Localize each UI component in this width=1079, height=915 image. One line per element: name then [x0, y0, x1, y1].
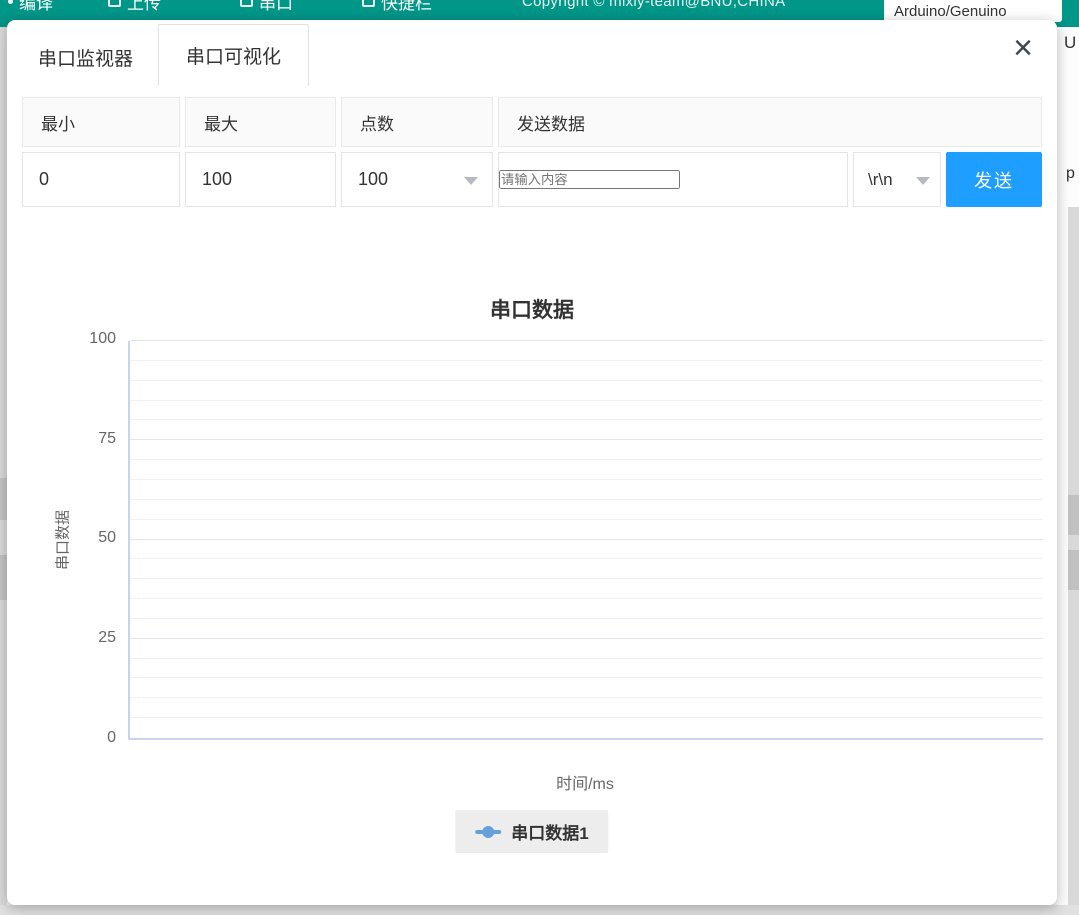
serial-icon — [240, 0, 253, 7]
y-tick-label: 0 — [54, 729, 116, 751]
tab-label: 串口可视化 — [186, 42, 281, 69]
toolbar-item-compile[interactable]: 编译 — [8, 0, 53, 14]
x-axis-title: 时间/ms — [556, 770, 614, 794]
scrollbar-thumb[interactable] — [1068, 550, 1079, 590]
scrollbar-thumb[interactable] — [0, 555, 7, 600]
board-select-value: Arduino/Genuino — [894, 3, 1007, 20]
max-header: 最大 — [185, 97, 336, 147]
clipped-text-fragment: p — [1066, 165, 1075, 183]
toolbar-item-label: 串口 — [259, 0, 293, 14]
plot-area — [128, 341, 1043, 740]
line-ending-value: \r\n — [868, 170, 893, 190]
clipped-text-fragment: U — [1064, 33, 1076, 53]
copyright-text: Copyright © mixly-team@BNU,CHINA — [522, 0, 785, 10]
line-series-icon — [475, 825, 501, 839]
send-field-cell — [498, 152, 848, 207]
quickbar-icon — [362, 0, 375, 7]
min-field-cell — [22, 152, 180, 207]
toolbar-item-upload[interactable]: 上传 — [108, 0, 161, 14]
points-header: 点数 — [341, 97, 493, 147]
toolbar-item-label: 上传 — [127, 0, 161, 14]
tab-serial-visualization[interactable]: 串口可视化 — [158, 24, 309, 86]
board-select[interactable]: Arduino/Genuino — [884, 0, 1062, 22]
min-header: 最小 — [22, 97, 180, 147]
chart-title: 串口数据 — [20, 294, 1044, 324]
send-group: \r\n 发送 — [498, 152, 1042, 207]
send-button[interactable]: 发送 — [946, 152, 1042, 207]
send-data-input[interactable] — [499, 170, 680, 189]
max-field-cell — [185, 152, 336, 207]
chevron-down-icon[interactable] — [464, 177, 478, 185]
serial-dialog: 串口监视器 串口可视化 × 最小 最大 点数 发送数据 — [7, 20, 1057, 905]
points-field-cell — [341, 152, 493, 207]
background-page-left — [0, 27, 7, 915]
max-input[interactable] — [186, 153, 335, 206]
toolbar-item-quickbar[interactable]: 快捷栏 — [362, 0, 432, 14]
min-input[interactable] — [23, 153, 179, 206]
y-tick-label: 100 — [54, 330, 116, 352]
background-page-bottom — [0, 905, 1079, 915]
y-tick-label: 75 — [54, 430, 116, 452]
screen: 编译 上传 串口 快捷栏 Copyright © mixly-team@BNU,… — [0, 0, 1079, 915]
serial-chart: 串口数据 100 75 50 25 0 串口数据 时间/ms 串口数据1 — [20, 270, 1044, 890]
scrollbar-thumb[interactable] — [0, 478, 7, 520]
y-axis-title: 串口数据 — [52, 510, 73, 570]
send-data-header: 发送数据 — [498, 97, 1042, 147]
tab-label: 串口监视器 — [38, 44, 133, 71]
background-page-right: U p — [1057, 27, 1079, 915]
scrollbar-thumb[interactable] — [1068, 495, 1079, 535]
toolbar-item-label: 编译 — [19, 0, 53, 14]
tab-serial-monitor[interactable]: 串口监视器 — [15, 28, 156, 86]
serial-settings-form: 最小 最大 点数 发送数据 \r\n 发 — [22, 97, 1042, 207]
legend-label: 串口数据1 — [511, 819, 588, 844]
legend-item-series1[interactable]: 串口数据1 — [455, 810, 608, 853]
compile-icon — [8, 0, 13, 4]
toolbar-item-serial[interactable]: 串口 — [240, 0, 293, 14]
close-icon[interactable]: × — [1005, 28, 1041, 68]
toolbar-item-label: 快捷栏 — [381, 0, 432, 14]
chevron-down-icon — [916, 177, 930, 185]
page-vertical-scrollbar[interactable] — [1068, 207, 1079, 915]
upload-icon — [108, 0, 121, 7]
y-tick-label: 25 — [54, 629, 116, 651]
line-ending-select[interactable]: \r\n — [853, 152, 941, 207]
